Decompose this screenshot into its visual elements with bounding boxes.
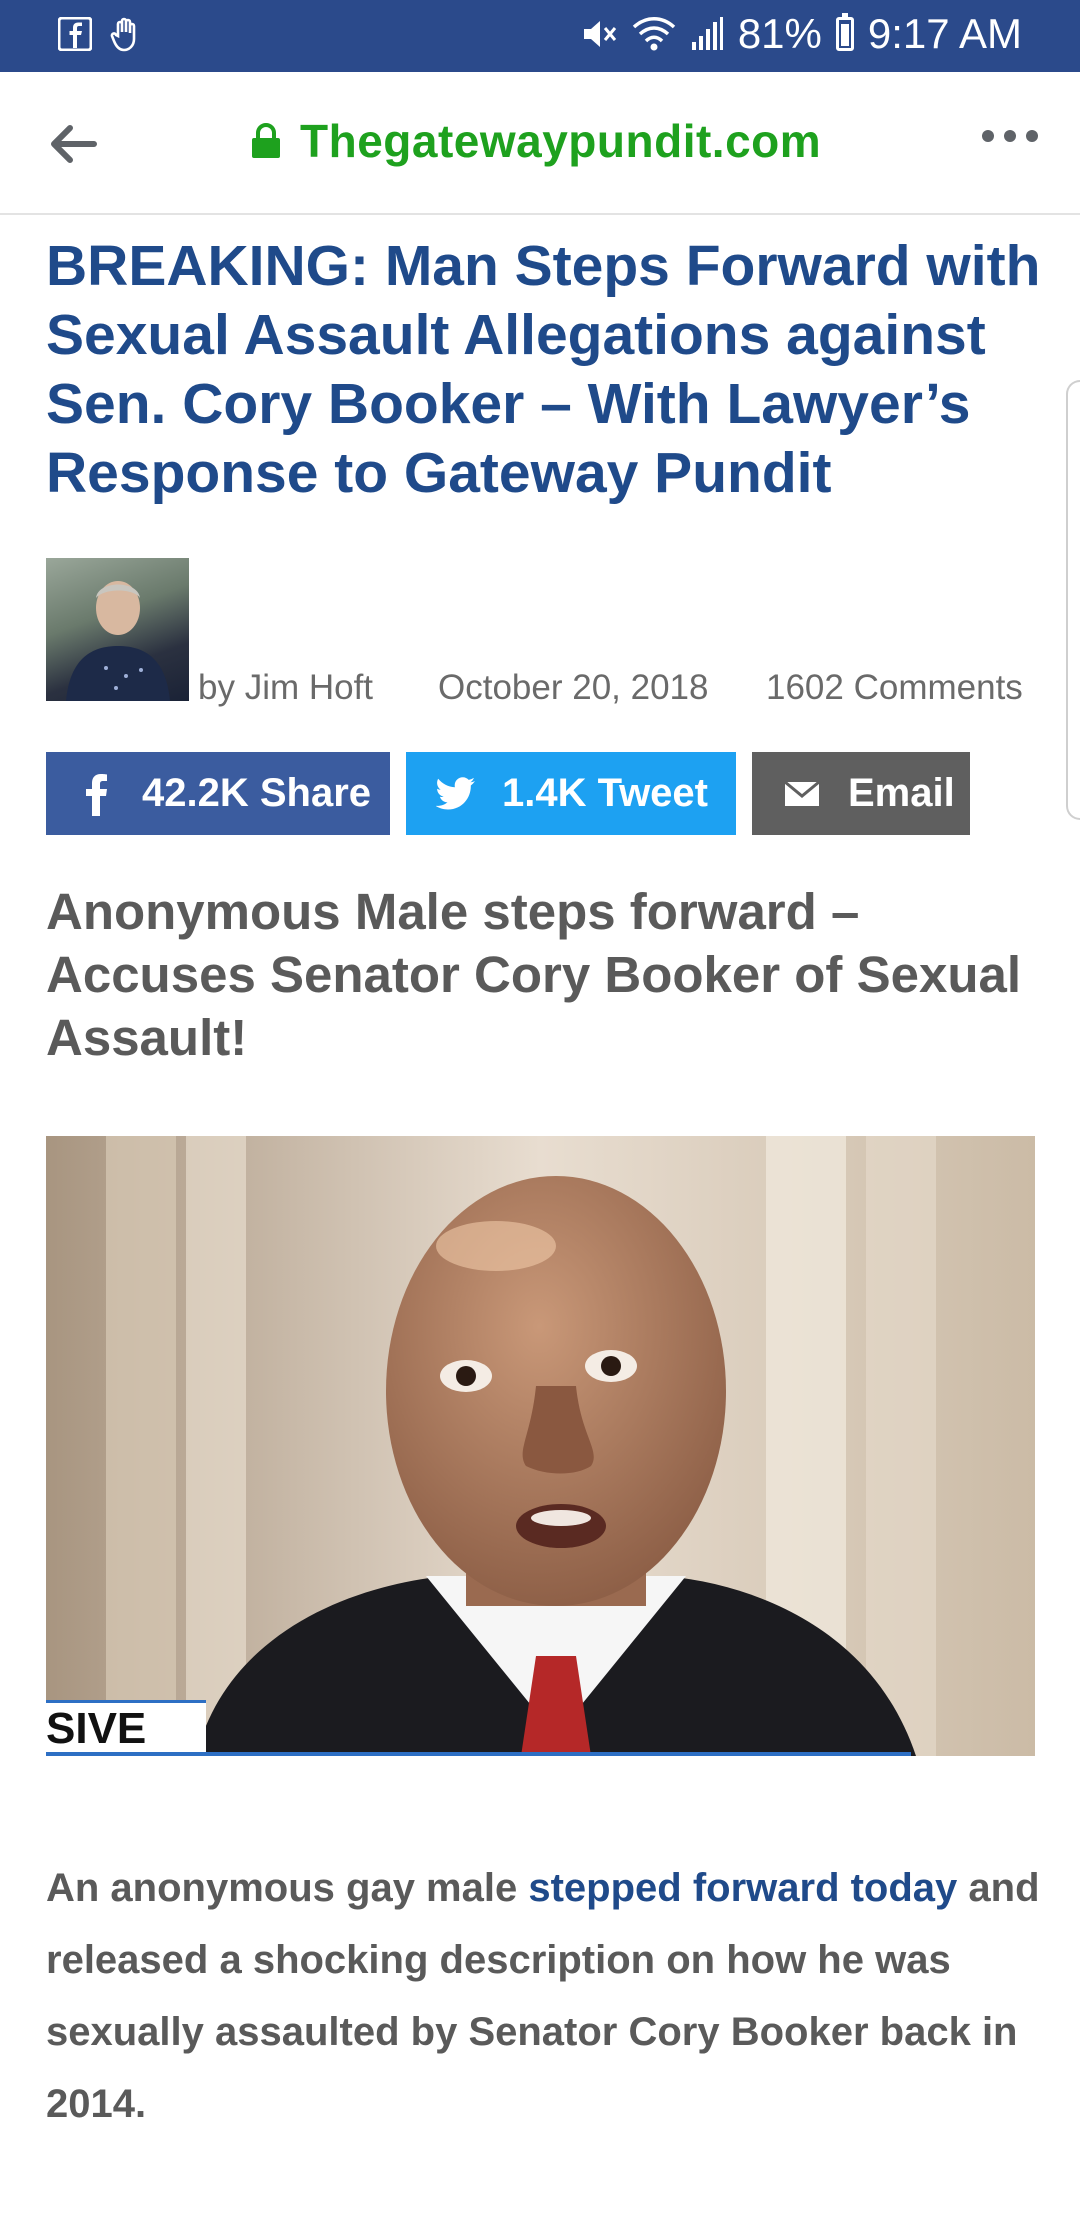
wifi-icon <box>632 17 676 51</box>
facebook-icon <box>58 17 92 51</box>
comments-link[interactable]: 1602 Comments <box>766 668 1023 708</box>
publish-date: October 20, 2018 <box>438 668 709 707</box>
facebook-share-button[interactable]: 42.2K Share <box>46 752 390 835</box>
facebook-share-label: 42.2K Share <box>142 771 372 815</box>
hand-icon <box>110 17 136 52</box>
envelope-icon <box>780 772 824 816</box>
email-share-button[interactable]: Email <box>752 752 970 835</box>
clock: 9:17 AM <box>867 10 1022 57</box>
twitter-tweet-button[interactable]: 1.4K Tweet <box>406 752 736 835</box>
signal-icon <box>691 17 723 50</box>
email-share-label: Email <box>848 771 955 815</box>
article-meta: by Jim Hoft October 20, 2018 1602 Commen… <box>198 668 1038 708</box>
photo-caption-tag: SIVE <box>46 1700 206 1753</box>
address-bar[interactable]: Thegatewaypundit.com <box>250 114 821 168</box>
article-headline: BREAKING: Man Steps Forward with Sexual … <box>46 234 1041 505</box>
twitter-tweet-label: 1.4K Tweet <box>502 771 708 815</box>
author-link[interactable]: by Jim Hoft <box>198 668 438 708</box>
battery-icon <box>835 13 854 51</box>
senator-photo-illustration <box>46 1136 1035 1756</box>
status-bar: 81% 9:17 AM <box>0 0 1080 72</box>
photo-caption-bar <box>46 1752 911 1756</box>
twitter-icon <box>434 772 478 816</box>
lock-icon <box>252 123 280 158</box>
more-options-icon[interactable] <box>982 130 1038 142</box>
status-right-icons: 81% 9:17 AM <box>580 10 1022 58</box>
author-avatar <box>46 558 189 701</box>
share-buttons: 42.2K Share 1.4K Tweet Email <box>46 752 970 835</box>
mute-icon <box>583 21 616 47</box>
article-photo[interactable]: SIVE <box>46 1136 1035 1756</box>
battery-percent: 81% <box>737 10 822 57</box>
body-text-start: An anonymous gay male <box>46 1866 529 1910</box>
url-text[interactable]: Thegatewaypundit.com <box>300 114 821 168</box>
facebook-icon <box>74 772 118 816</box>
scrollbar[interactable] <box>1066 380 1080 820</box>
back-arrow-icon[interactable] <box>40 112 104 176</box>
browser-toolbar: Thegatewaypundit.com <box>0 72 1080 215</box>
stepped-forward-link[interactable]: stepped forward today <box>528 1866 957 1910</box>
status-left-icons <box>58 16 144 52</box>
article-subhead: Anonymous Male steps forward – Accuses S… <box>46 883 1022 1066</box>
article-body-paragraph: An anonymous gay male stepped forward to… <box>46 1852 1046 2140</box>
